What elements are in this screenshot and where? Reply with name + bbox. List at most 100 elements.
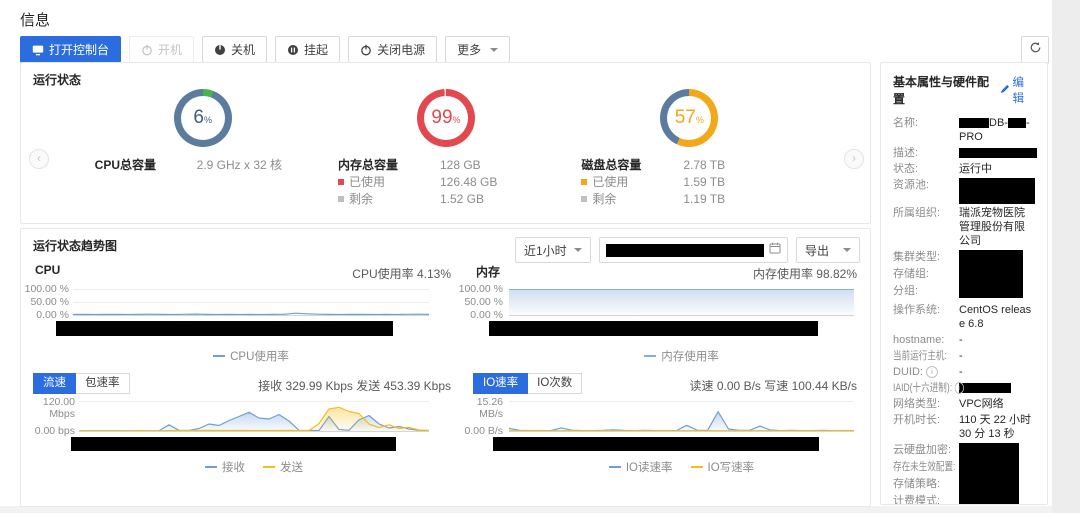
network-stats: 接收 329.99 Kbps 发送 453.39 Kbps xyxy=(251,377,451,394)
legend-dash-icon xyxy=(205,466,217,468)
gridline xyxy=(509,401,854,402)
redacted-value xyxy=(959,383,1011,393)
tab-io-rate[interactable]: IO速率 xyxy=(473,373,528,394)
memory-gauge-ring: 99% xyxy=(417,89,475,147)
refresh-button[interactable] xyxy=(1021,36,1049,64)
prop-label: 计费模式: xyxy=(893,494,959,505)
disk-usage-percent: 57 xyxy=(675,96,696,140)
y-tick: 120.00 Mbps xyxy=(21,396,75,420)
prop-row-description: 描述: xyxy=(893,146,1035,160)
legend-dash-icon xyxy=(644,355,656,357)
io-rate-chart xyxy=(509,401,854,432)
pause-icon xyxy=(287,44,299,56)
power-on-icon xyxy=(141,44,153,56)
legend-dash-icon xyxy=(213,355,225,357)
chevron-right-icon: › xyxy=(852,151,856,165)
gridline xyxy=(73,289,429,290)
gridline xyxy=(73,302,429,303)
prop-row-hostname: hostname: - xyxy=(893,333,1035,347)
prop-label: 云硬盘加密: xyxy=(893,443,959,457)
power-off-icon xyxy=(214,44,226,56)
y-tick: 0.00 B/s xyxy=(451,425,503,437)
more-button[interactable]: 更多 xyxy=(445,36,510,63)
prop-row-uptime: 开机时长: 110 天 22 小时 30 分 13 秒 xyxy=(893,413,1035,441)
disk-free-row: 剩余 1.19 TB xyxy=(581,190,797,207)
y-tick: 100.00 % xyxy=(457,283,503,295)
prop-label: 存储策略: xyxy=(893,477,959,491)
vm-info-page: 信息 打开控制台 开机 关机 挂起 关闭电源 更多 运行状态 xyxy=(0,0,1080,513)
disk-gauge-ring: 57% xyxy=(660,89,718,147)
power-on-button[interactable]: 开机 xyxy=(129,36,194,63)
redacted-x-axis xyxy=(56,321,393,336)
tab-io-count[interactable]: IO次数 xyxy=(528,373,582,394)
redacted-date-range xyxy=(606,244,764,257)
calendar-icon xyxy=(769,241,781,259)
info-icon: i xyxy=(954,382,963,394)
cpu-chart-title: CPU xyxy=(35,263,60,277)
prop-row-organization: 所属组织: 瑞派宠物医院管理股份有限公司 xyxy=(893,206,1035,248)
chevron-left-icon: ‹ xyxy=(37,151,41,165)
memory-used-row: 已使用 126.48 GB xyxy=(338,173,554,190)
carousel-prev-button[interactable]: ‹ xyxy=(29,149,49,169)
prop-row-current-host: 当前运行主机: - xyxy=(893,349,1035,363)
edit-button[interactable]: 编辑 xyxy=(1000,74,1036,106)
memory-usage-percent: 99 xyxy=(431,96,452,140)
prop-label: 存在未生效配置: xyxy=(893,460,944,474)
y-tick: 100.00 % xyxy=(23,283,69,295)
page-bottom-margin xyxy=(0,506,1052,513)
redacted-value xyxy=(959,148,1037,158)
cpu-gauge-ring: 6% xyxy=(174,89,232,147)
carousel-next-button[interactable]: › xyxy=(844,149,864,169)
cpu-usage-stat: CPU使用率 4.13% xyxy=(251,265,451,282)
memory-free-row: 剩余 1.52 GB xyxy=(338,190,554,207)
chevron-down-icon xyxy=(574,248,582,256)
used-dot-icon xyxy=(338,179,344,185)
gridline xyxy=(509,302,854,303)
cpu-capacity-row: CPU总容量 2.9 GHz x 32 核 xyxy=(95,156,311,173)
redacted-value xyxy=(1008,118,1026,128)
info-icon: i xyxy=(926,366,938,378)
date-range-input[interactable] xyxy=(599,237,788,263)
redacted-value xyxy=(959,178,1035,204)
y-tick: 15.26 MB/s xyxy=(451,396,503,420)
tab-flow-rate[interactable]: 流速 xyxy=(33,373,76,394)
gauges-row: 6% CPU总容量 2.9 GHz x 32 核 99% 内存总容量 128 G… xyxy=(81,89,811,207)
cpu-usage-percent: 6 xyxy=(193,96,204,140)
memory-gauge: 99% 内存总容量 128 GB 已使用 126.48 GB 剩余 xyxy=(324,89,567,207)
refresh-icon xyxy=(1029,41,1042,59)
prop-group-cluster: 集群类型: 存储组: 分组: xyxy=(893,250,1035,301)
redacted-value xyxy=(959,443,1019,505)
prop-label: 存储组: xyxy=(893,267,959,281)
redacted-x-axis xyxy=(489,321,818,336)
suspend-button[interactable]: 挂起 xyxy=(275,36,340,63)
trend-card-title: 运行状态趋势图 xyxy=(33,237,117,254)
io-chart-tabs: IO速率 IO次数 xyxy=(473,373,582,394)
prop-label: 分组: xyxy=(893,284,959,298)
console-icon xyxy=(32,44,44,56)
prop-row-resource-pool: 资源池: xyxy=(893,178,1035,204)
open-console-button[interactable]: 打开控制台 xyxy=(20,36,121,63)
shutdown-button[interactable]: 关机 xyxy=(202,36,267,63)
prop-row-network-type: 网络类型: VPC网络 xyxy=(893,397,1035,411)
cpu-chart-legend: CPU使用率 xyxy=(73,348,429,364)
legend-dash-icon xyxy=(263,466,275,468)
cpu-gauge: 6% CPU总容量 2.9 GHz x 32 核 xyxy=(81,89,324,207)
prop-row-duid: DUID:i - xyxy=(893,365,1035,379)
chevron-down-icon xyxy=(490,48,498,56)
prop-label: 集群类型: xyxy=(893,250,959,264)
disk-capacity-row: 磁盘总容量 2.78 TB xyxy=(581,156,797,173)
tab-packet-rate[interactable]: 包速率 xyxy=(76,373,130,394)
y-tick: 50.00 % xyxy=(457,296,503,308)
time-range-select[interactable]: 近1小时 xyxy=(515,237,591,263)
running-status-card: 运行状态 ‹ › 6% CPU总容量 2.9 GHz x 32 核 99% xyxy=(20,62,871,224)
network-chart-tabs: 流速 包速率 xyxy=(33,373,130,394)
toolbar: 打开控制台 开机 关机 挂起 关闭电源 更多 xyxy=(20,36,510,63)
memory-chart-legend: 内存使用率 xyxy=(509,348,854,364)
prop-row-iaid: IAID(十六进制):i xyxy=(893,381,1035,395)
power-down-button[interactable]: 关闭电源 xyxy=(348,36,437,63)
network-throughput-chart xyxy=(79,401,429,432)
export-select[interactable]: 导出 xyxy=(796,237,860,263)
power-icon xyxy=(360,44,372,56)
y-tick: 0.00 % xyxy=(457,309,503,321)
trend-controls: 近1小时 导出 xyxy=(515,237,860,263)
